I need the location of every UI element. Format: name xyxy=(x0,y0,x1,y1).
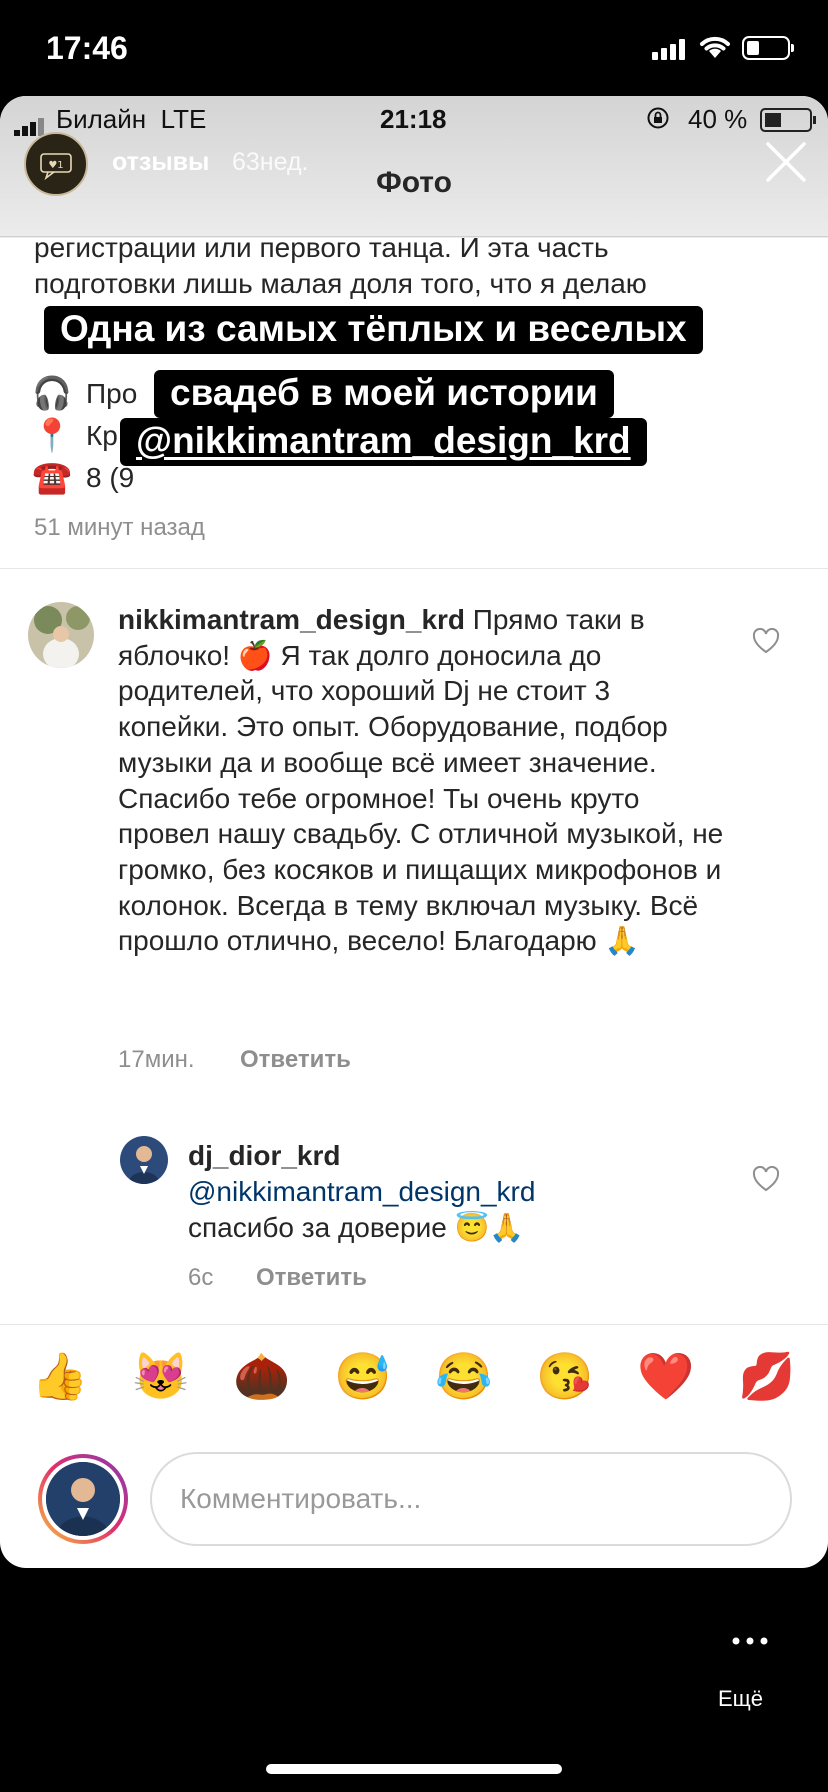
avatar[interactable] xyxy=(120,1136,168,1184)
more-options-label[interactable]: Ещё xyxy=(718,1686,763,1712)
rotation-lock-icon xyxy=(647,107,669,129)
comment-time: 6с xyxy=(188,1264,214,1291)
home-indicator[interactable] xyxy=(266,1764,562,1774)
like-heart-icon[interactable] xyxy=(752,628,780,654)
comment-username[interactable]: dj_dior_krd xyxy=(188,1138,340,1174)
emoji-sweat-smile[interactable]: 😅 xyxy=(333,1346,393,1406)
wifi-icon xyxy=(700,36,730,58)
comment-text: спасибо за доверие 😇🙏 xyxy=(188,1212,525,1243)
emoji-kiss[interactable]: 😘 xyxy=(535,1346,595,1406)
apple-emoji: 🍎 xyxy=(237,639,273,671)
overlay-mention[interactable]: @nikkimantram_design_krd xyxy=(120,418,647,466)
overlay-text: Одна из самых тёплых и веселых xyxy=(44,306,703,354)
emoji-thumbs-up[interactable]: 👍 xyxy=(30,1346,90,1406)
shared-screenshot: Билайн LTE 21:18 40 % ♥1 отзывы 63нед. Ф… xyxy=(0,96,828,1568)
comment-time: 17мин. xyxy=(118,1046,195,1073)
more-options-icon[interactable] xyxy=(730,1634,770,1648)
emoji-lips[interactable]: 💋 xyxy=(737,1346,797,1406)
inner-clock: 21:18 xyxy=(380,104,447,134)
page-title: Фото xyxy=(376,166,452,199)
divider xyxy=(0,1324,828,1325)
reply-button[interactable]: Ответить xyxy=(256,1264,367,1292)
caption-line: регистрации или первого танца. И эта час… xyxy=(34,232,609,263)
emoji-heart-eyes-cat[interactable]: 😻 xyxy=(131,1346,191,1406)
inner-header: Билайн LTE 21:18 40 % ♥1 отзывы 63нед. Ф… xyxy=(0,96,828,238)
emoji-red-heart[interactable]: ❤️ xyxy=(636,1346,696,1406)
emoji-chestnut[interactable]: 🌰 xyxy=(232,1346,292,1406)
overlay-text: свадеб в моей истории xyxy=(154,370,614,418)
system-clock: 17:46 xyxy=(46,30,128,66)
close-icon[interactable] xyxy=(766,142,806,182)
emoji-joy[interactable]: 😂 xyxy=(434,1346,494,1406)
caption-line: Про xyxy=(86,378,138,409)
comment-mention[interactable]: @nikkimantram_design_krd xyxy=(188,1174,535,1210)
caption-line: Кр xyxy=(86,420,118,451)
pin-icon: 📍 xyxy=(32,417,72,453)
carrier-label: Билайн LTE xyxy=(56,104,207,134)
system-status-bar: 17:46 xyxy=(0,0,828,96)
battery-percent: 40 % xyxy=(688,104,748,134)
battery-icon xyxy=(742,36,794,60)
caption-line: подготовки лишь малая доля того, что я д… xyxy=(34,268,647,299)
comment-username[interactable]: nikkimantram_design_krd xyxy=(118,604,465,635)
caption-line: 8 (9 xyxy=(86,462,135,493)
reply-button[interactable]: Ответить xyxy=(240,1046,351,1074)
headphones-icon: 🎧 xyxy=(32,375,72,411)
halo-pray-emoji: 😇🙏 xyxy=(454,1212,525,1243)
caption-time: 51 минут назад xyxy=(34,514,205,541)
cellular-signal-icon xyxy=(652,38,690,60)
comment-input[interactable] xyxy=(150,1452,792,1546)
my-avatar[interactable] xyxy=(38,1454,128,1544)
like-heart-icon[interactable] xyxy=(752,1166,780,1192)
pray-emoji: 🙏 xyxy=(604,925,640,957)
inner-battery-icon xyxy=(760,108,816,132)
avatar[interactable] xyxy=(28,602,94,668)
phone-icon: ☎️ xyxy=(32,459,72,495)
divider xyxy=(0,568,828,569)
comment-text: nikkimantram_design_krd Прямо таки в ябл… xyxy=(118,604,724,957)
